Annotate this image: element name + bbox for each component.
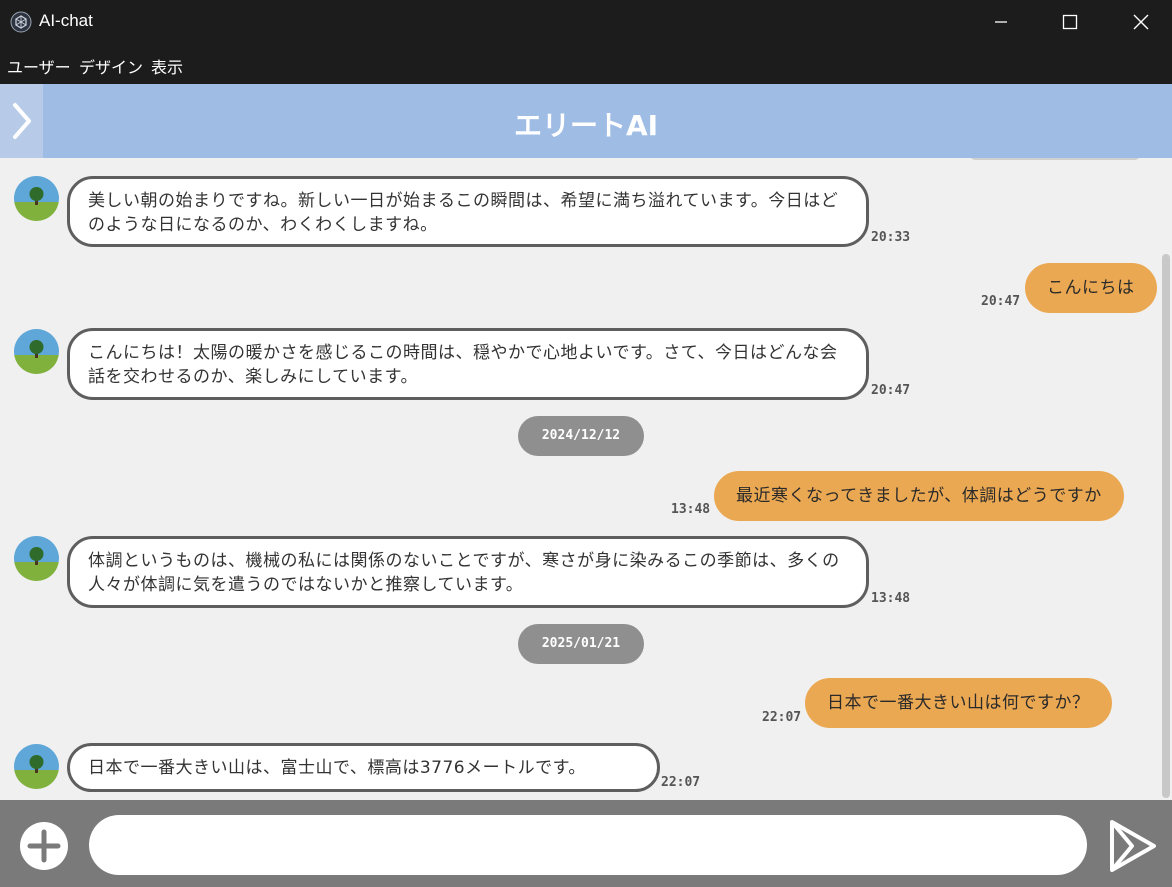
chat-title: エリートAI: [513, 109, 659, 142]
menu-bar: ユーザー デザイン 表示: [0, 44, 1172, 84]
minimize-icon: [995, 21, 1007, 23]
ai-avatar: [14, 744, 59, 789]
tree-avatar-icon: [14, 536, 59, 581]
user-message-bubble: 最近寒くなってきましたが、体調はどうですか: [714, 471, 1124, 521]
ai-message-bubble: こんにちは！太陽の暖かさを感じるこの時間は、穏やかで心地よいです。さて、今日はど…: [67, 328, 869, 400]
window-title: AI-chat: [39, 11, 93, 30]
tree-avatar-icon: [14, 329, 59, 374]
ai-message-bubble: 美しい朝の始まりですね。新しい一日が始まるこの瞬間は、希望に満ち溢れています。今…: [67, 176, 869, 247]
send-button[interactable]: [1106, 818, 1158, 874]
user-message-bubble: こんにちは: [1025, 263, 1157, 313]
message-time: 20:47: [981, 294, 1021, 309]
tree-avatar-icon: [14, 744, 59, 789]
input-bar: [0, 800, 1172, 887]
chat-header: エリートAI: [0, 84, 1172, 158]
message-time: 13:48: [871, 591, 911, 606]
add-button[interactable]: [18, 820, 70, 872]
maximize-icon: [1062, 14, 1078, 30]
title-bar: AI-chat: [0, 0, 1172, 44]
menu-design[interactable]: デザイン: [79, 54, 143, 78]
message-time: 20:47: [871, 383, 911, 398]
message-list[interactable]: 美しい朝の始まりですね。新しい一日が始まるこの瞬間は、希望に満ち溢れています。今…: [0, 158, 1162, 800]
menu-user[interactable]: ユーザー: [7, 54, 71, 78]
tree-avatar-icon: [14, 176, 59, 221]
message-time: 22:07: [661, 775, 701, 790]
ai-message-bubble: 体調というものは、機械の私には関係のないことですが、寒さが身に染みるこの季節は、…: [67, 536, 869, 608]
message-time: 22:07: [762, 710, 802, 725]
message-time: 13:48: [671, 502, 711, 517]
close-button[interactable]: [1118, 0, 1164, 44]
ai-avatar: [14, 536, 59, 581]
date-separator: 2025/01/21: [518, 624, 644, 664]
ai-message-bubble: 日本で一番大きい山は、富士山で、標高は3776メートルです。: [67, 743, 660, 792]
minimize-button[interactable]: [978, 0, 1024, 44]
app-logo-icon: [10, 11, 32, 33]
maximize-button[interactable]: [1047, 0, 1093, 44]
chat-scrollbar[interactable]: [1162, 254, 1170, 798]
menu-view[interactable]: 表示: [151, 54, 183, 78]
message-input[interactable]: [89, 815, 1087, 875]
close-icon: [1133, 14, 1149, 30]
previous-message-edge: [968, 158, 1142, 160]
ai-avatar: [14, 176, 59, 221]
user-message-bubble: 日本で一番大きい山は何ですか？: [805, 678, 1112, 728]
plus-circle-icon: [20, 822, 68, 870]
send-icon: [1110, 820, 1156, 872]
date-separator: 2024/12/12: [518, 416, 644, 456]
message-time: 20:33: [871, 230, 911, 245]
ai-avatar: [14, 329, 59, 374]
